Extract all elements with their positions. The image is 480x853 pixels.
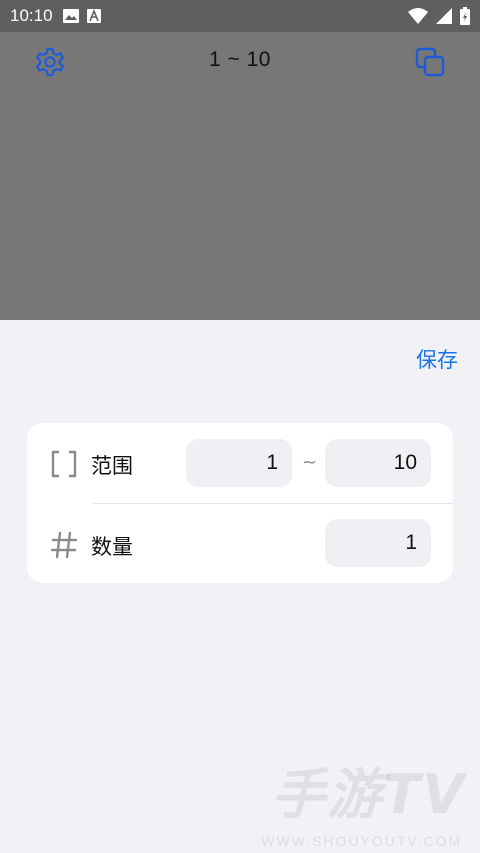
wifi-icon [408,8,428,24]
range-separator: ~ [302,452,318,473]
watermark-logo: 手游TV [271,763,466,826]
save-button[interactable]: 保存 [416,344,458,374]
image-notification-icon [62,9,79,23]
count-input[interactable]: 1 [325,519,431,567]
watermark-url: WWW.SHOUYOUTV.COM [261,833,462,849]
range-label: 范围 [91,454,133,478]
status-notification-icons [62,9,101,23]
brackets-icon [51,450,77,478]
battery-icon [460,7,470,25]
range-to-input[interactable]: 10 [325,439,431,487]
dimmed-main-area[interactable]: 1 ~ 10 [0,32,480,320]
hash-icon [50,531,78,559]
status-time: 10:10 [10,6,53,25]
status-system-icons [408,7,470,25]
status-bar: 10:10 [0,0,480,32]
count-label: 数量 [91,535,133,559]
copy-icon[interactable] [414,46,446,78]
row-divider [93,503,453,504]
settings-card: 范围 1 ~ 10 数量 1 [27,423,453,583]
top-toolbar: 1 ~ 10 [0,32,480,92]
range-from-input[interactable]: 1 [186,439,292,487]
a-notification-icon [86,9,101,23]
range-title: 1 ~ 10 [209,48,271,71]
settings-sheet: 保存 范围 1 ~ 10 数量 1 手游TV WWW.SHOUYOUTV.COM [0,320,480,853]
signal-icon [436,8,452,24]
